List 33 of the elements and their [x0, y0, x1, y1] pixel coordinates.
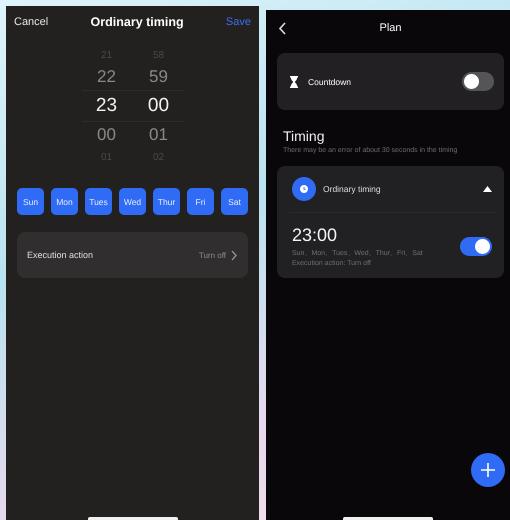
- action-label: Execution action: [27, 250, 94, 260]
- hour-option[interactable]: 00: [97, 122, 116, 148]
- minute-option[interactable]: 59: [149, 64, 168, 90]
- minute-option[interactable]: 01: [149, 122, 168, 148]
- hour-option[interactable]: 22: [97, 64, 116, 90]
- countdown-label: Countdown: [308, 76, 352, 86]
- save-button[interactable]: Save: [226, 16, 251, 28]
- plus-icon: [481, 463, 495, 477]
- chevron-right-icon: [230, 250, 238, 260]
- section-title: Timing: [282, 128, 326, 144]
- add-button[interactable]: [471, 453, 505, 487]
- day-button[interactable]: Mon: [51, 188, 78, 215]
- screen-title: Ordinary timing: [90, 15, 184, 29]
- toggle-switch[interactable]: [460, 236, 492, 256]
- hour-option[interactable]: 23: [96, 90, 118, 122]
- action-value: Turn off: [198, 250, 226, 260]
- minute-option[interactable]: 00: [148, 90, 170, 122]
- day-button[interactable]: Thur: [153, 188, 180, 215]
- day-button[interactable]: Tues: [85, 188, 112, 215]
- day-button[interactable]: Fri: [187, 188, 214, 215]
- hourglass-icon: [289, 76, 299, 88]
- timer-time: 23:00: [292, 225, 338, 246]
- execution-action-row[interactable]: Execution action Turn off: [17, 232, 248, 278]
- day-button[interactable]: Wed: [119, 188, 146, 215]
- day-button[interactable]: Sun: [17, 188, 44, 215]
- back-icon[interactable]: [279, 22, 286, 34]
- screen-title: Plan: [379, 22, 402, 34]
- timer-title: Ordinary timing: [323, 184, 381, 194]
- day-button[interactable]: Sat: [221, 188, 248, 215]
- caret-up-icon[interactable]: [483, 186, 492, 192]
- clock-icon: [292, 177, 316, 201]
- cancel-button[interactable]: Cancel: [14, 16, 48, 28]
- toggle-switch[interactable]: [462, 72, 494, 91]
